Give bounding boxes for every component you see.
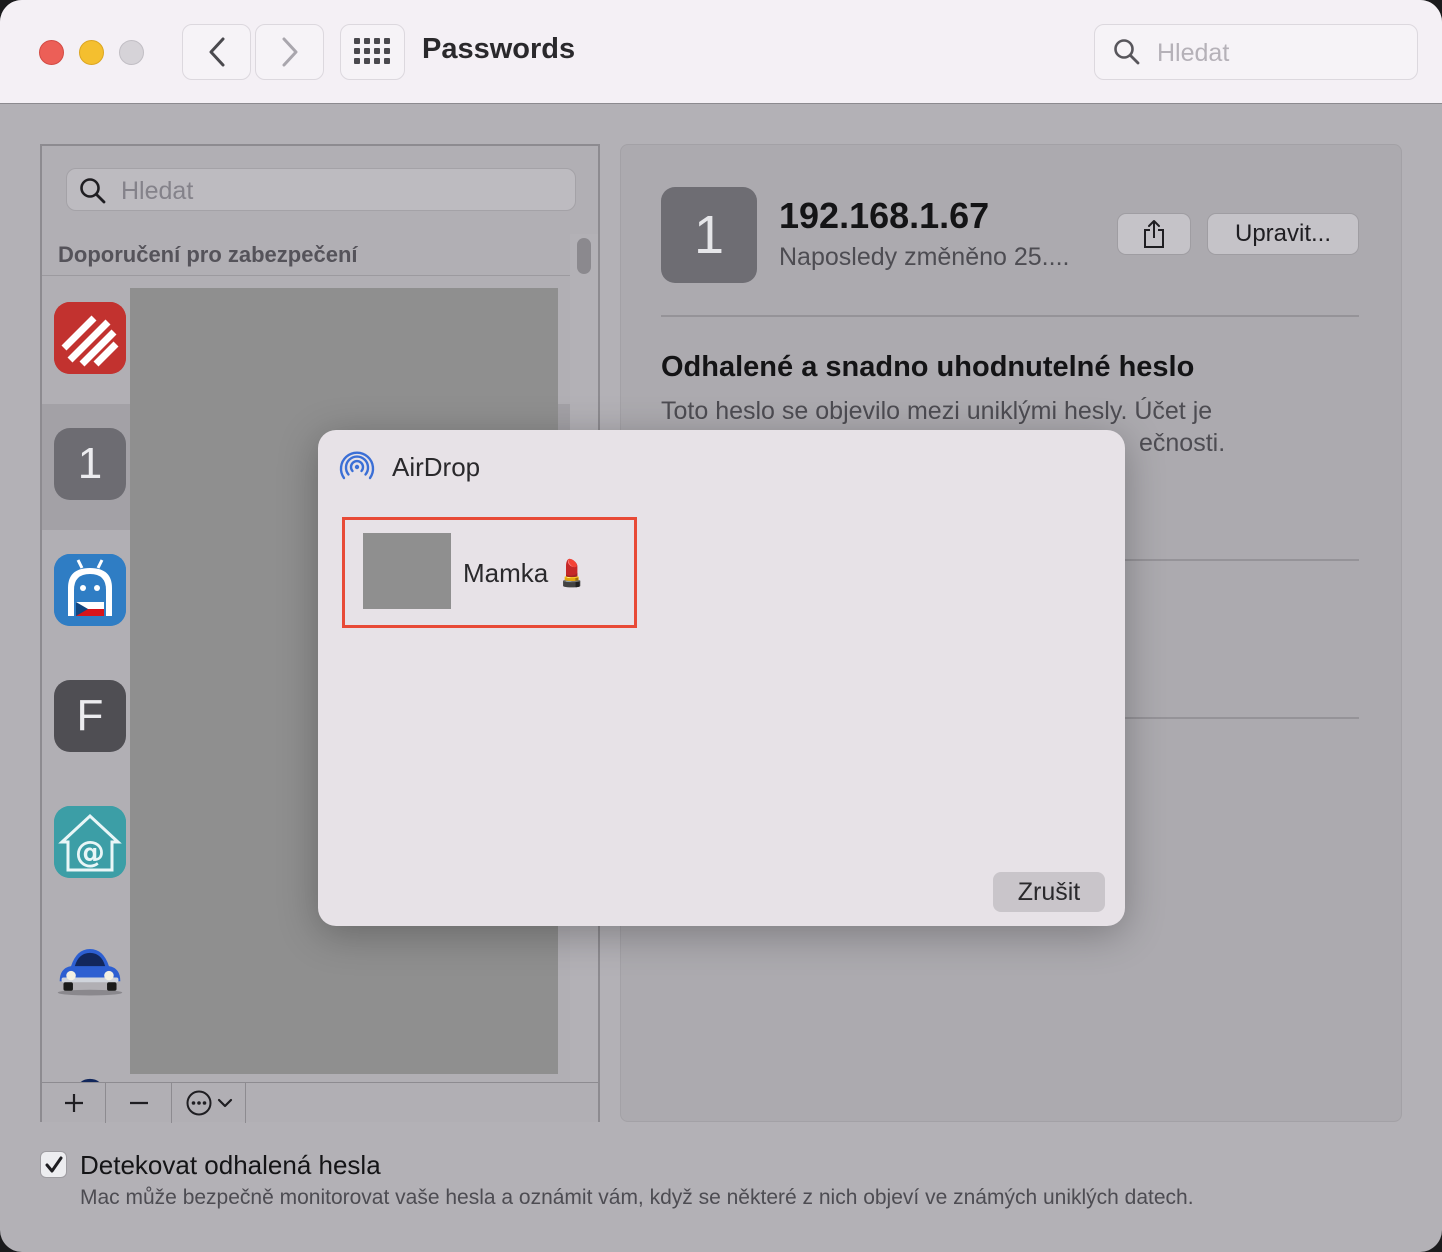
warning-line-1: Toto heslo se objevilo mezi uniklými hes… (661, 397, 1213, 425)
blue-beetle-car-icon (54, 932, 126, 1004)
close-window-button[interactable] (39, 40, 64, 65)
airdrop-icon (339, 451, 375, 480)
grid-icon (353, 38, 390, 64)
forward-button[interactable] (255, 24, 324, 80)
detail-title: 192.168.1.67 (779, 195, 990, 236)
passwords-window: Passwords Hledat Hledat Doporučení pro z… (0, 0, 1442, 1252)
remove-password-button[interactable] (106, 1083, 172, 1123)
warning-title: Odhalené a snadno uhodnutelné heslo (661, 351, 1195, 383)
letter-avatar-icon: F (54, 680, 126, 752)
detect-compromised-checkbox[interactable] (40, 1151, 67, 1178)
add-password-button[interactable] (42, 1083, 106, 1123)
divider (661, 315, 1359, 317)
detail-last-modified: Naposledy změněno 25.... (779, 243, 1070, 271)
cancel-button[interactable]: Zrušit (993, 872, 1105, 912)
airdrop-contact-mamka[interactable]: Mamka 💄 (342, 517, 637, 628)
detect-compromised-description: Mac může bezpečně monitorovat vaše hesla… (80, 1186, 1194, 1209)
search-icon (80, 178, 106, 204)
back-button[interactable] (182, 24, 251, 80)
detail-letter-avatar-icon: 1 (661, 187, 757, 283)
edit-button[interactable]: Upravit... (1207, 213, 1359, 255)
red-stripes-app-icon (54, 302, 126, 374)
zoom-window-button[interactable] (119, 40, 144, 65)
android-czech-app-icon (54, 554, 126, 626)
contact-avatar (363, 533, 451, 609)
window-title: Passwords (422, 33, 576, 65)
house-at-mail-icon: @ (54, 806, 126, 878)
airdrop-sheet: AirDrop Mamka 💄 Zrušit (318, 430, 1125, 926)
toolbar-search-field[interactable]: Hledat (1094, 24, 1418, 80)
svg-text:@: @ (75, 835, 105, 870)
share-button[interactable] (1117, 213, 1191, 255)
contact-name: Mamka 💄 (463, 558, 588, 588)
list-toolbar (42, 1082, 598, 1123)
blue-car-icon (54, 1058, 126, 1082)
chevron-right-icon (282, 37, 297, 67)
plus-icon (64, 1094, 83, 1112)
more-options-button[interactable] (172, 1083, 246, 1123)
password-search-placeholder: Hledat (121, 177, 194, 205)
share-icon (1144, 220, 1164, 248)
search-icon (1114, 39, 1140, 65)
airdrop-title: AirDrop (392, 452, 481, 482)
minimize-window-button[interactable] (79, 40, 104, 65)
checkmark-icon (45, 1156, 62, 1172)
toolbar-search-placeholder: Hledat (1157, 39, 1230, 67)
letter-avatar-icon: 1 (54, 428, 126, 500)
password-search-field[interactable]: Hledat (66, 168, 576, 211)
detect-compromised-label[interactable]: Detekovat odhalená hesla (80, 1150, 381, 1181)
ellipsis-circle-icon (186, 1090, 211, 1116)
minus-icon (129, 1101, 148, 1105)
title-bar: Passwords Hledat (0, 0, 1442, 104)
chevron-down-icon (217, 1098, 232, 1108)
show-all-preferences-button[interactable] (340, 24, 405, 80)
list-scrollbar-thumb[interactable] (577, 238, 591, 274)
security-recommendations-header: Doporučení pro zabezpečení (42, 234, 570, 276)
chevron-left-icon (209, 37, 224, 67)
